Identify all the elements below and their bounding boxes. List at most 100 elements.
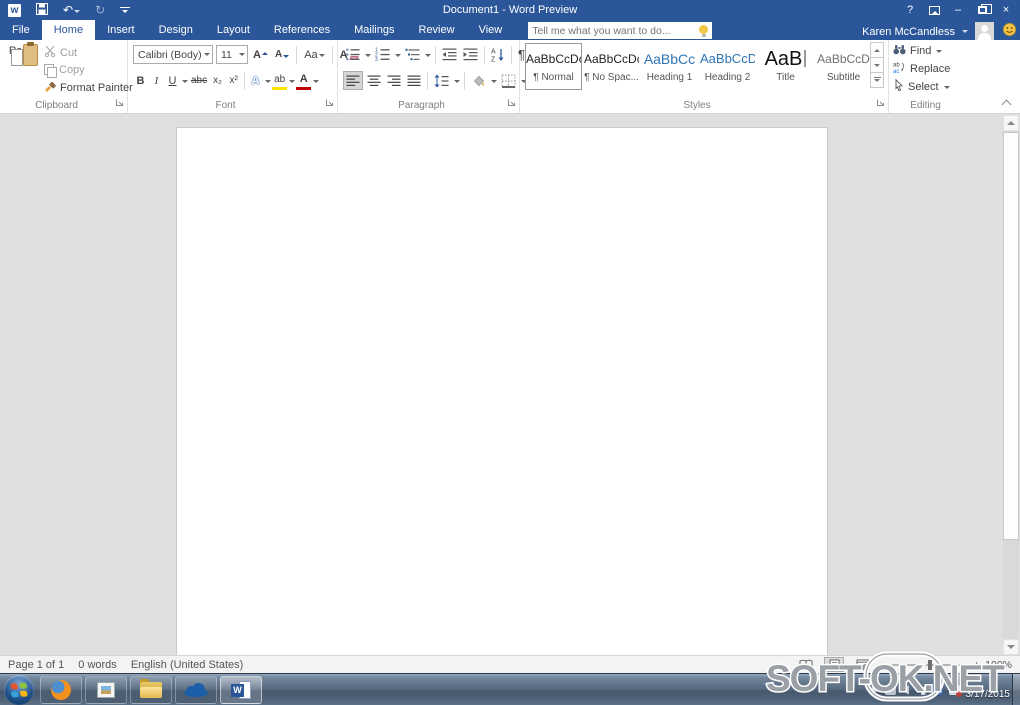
zoom-slider-track[interactable] [892, 664, 968, 666]
show-desktop-button[interactable] [1012, 674, 1020, 705]
taskbar-onedrive-button[interactable] [175, 676, 217, 704]
replace-button[interactable]: abac Replace [893, 61, 950, 76]
font-color-caret[interactable] [313, 80, 319, 86]
tab-review[interactable]: Review [407, 20, 467, 40]
line-spacing-caret[interactable] [454, 80, 460, 86]
tab-view[interactable]: View [467, 20, 515, 40]
scroll-up-button[interactable] [1003, 115, 1019, 131]
line-spacing-button[interactable] [432, 71, 451, 90]
text-effects-caret[interactable] [265, 80, 271, 86]
font-size-combo[interactable]: 11 [216, 45, 248, 64]
clipboard-dialog-launcher[interactable] [115, 98, 124, 110]
highlight-caret[interactable] [289, 80, 295, 86]
style-subtitle[interactable]: AaBbCcD Subtitle [815, 43, 872, 90]
feedback-smiley-icon[interactable] [1003, 23, 1016, 41]
start-button[interactable] [4, 675, 34, 705]
underline-caret[interactable] [182, 80, 188, 86]
superscript-button[interactable]: x² [226, 71, 241, 90]
word-count[interactable]: 0 words [78, 659, 117, 671]
tab-home[interactable]: Home [42, 20, 95, 40]
style-title[interactable]: AaB Title [757, 43, 814, 90]
tray-device-icon[interactable] [885, 685, 896, 695]
zoom-percentage[interactable]: 100% [985, 659, 1012, 671]
select-button[interactable]: Select [893, 79, 950, 94]
subscript-button[interactable]: x₂ [210, 71, 225, 90]
signed-in-user[interactable]: Karen McCandless [862, 26, 955, 38]
shading-button[interactable] [469, 71, 488, 90]
action-center-flag-icon[interactable] [949, 685, 960, 695]
tell-me-input[interactable] [532, 25, 699, 37]
tell-me-box[interactable] [528, 22, 712, 39]
text-highlight-button[interactable]: ab [272, 71, 287, 90]
redo-button[interactable]: ↻ [95, 4, 105, 16]
taskbar-explorer-button[interactable] [130, 676, 172, 704]
web-layout-button[interactable] [852, 657, 872, 672]
align-left-button[interactable] [343, 71, 363, 90]
tab-mailings[interactable]: Mailings [342, 20, 406, 40]
scrollbar-thumb[interactable] [1003, 132, 1019, 540]
taskbar-word-button[interactable]: W [220, 676, 262, 704]
read-mode-button[interactable] [796, 657, 816, 672]
volume-icon[interactable] [902, 685, 909, 695]
styles-scroll-down-button[interactable] [870, 57, 884, 73]
multilevel-caret[interactable] [425, 54, 431, 60]
document-page[interactable] [176, 127, 828, 655]
print-layout-button[interactable] [824, 657, 844, 672]
styles-scroll-up-button[interactable] [870, 42, 884, 58]
account-dropdown-caret[interactable] [962, 30, 968, 36]
strikethrough-button[interactable]: abc [189, 71, 209, 90]
help-button[interactable]: ? [898, 0, 922, 20]
network-icon[interactable] [915, 685, 926, 695]
scroll-down-button[interactable] [1003, 639, 1019, 655]
borders-button[interactable] [499, 71, 518, 90]
style-heading-1[interactable]: AaBbCc Heading 1 [641, 43, 698, 90]
font-color-button[interactable]: A [296, 71, 311, 90]
italic-button[interactable]: I [149, 71, 164, 90]
tab-references[interactable]: References [262, 20, 342, 40]
style-heading-2[interactable]: AaBbCcD Heading 2 [699, 43, 756, 90]
style-normal[interactable]: AaBbCcDc ¶ Normal [525, 43, 582, 90]
taskbar-firefox-button[interactable] [40, 676, 82, 704]
page-indicator[interactable]: Page 1 of 1 [8, 659, 64, 671]
align-right-button[interactable] [385, 71, 403, 90]
collapse-ribbon-button[interactable] [1003, 99, 1011, 107]
numbering-caret[interactable] [395, 54, 401, 60]
cut-button[interactable]: Cut [44, 45, 133, 60]
styles-more-button[interactable] [870, 72, 884, 88]
align-center-button[interactable] [365, 71, 383, 90]
text-effects-button[interactable]: A [248, 71, 263, 90]
font-name-combo[interactable]: Calibri (Body) [133, 45, 213, 64]
format-painter-button[interactable]: Format Painter [44, 80, 133, 95]
tab-design[interactable]: Design [147, 20, 205, 40]
restore-button[interactable] [970, 0, 994, 20]
multilevel-list-button[interactable] [403, 45, 422, 64]
customize-qat-button[interactable] [120, 7, 130, 13]
zoom-slider-thumb[interactable] [928, 660, 932, 670]
show-hidden-icons-button[interactable] [868, 686, 879, 694]
zoom-out-button[interactable]: − [880, 658, 887, 672]
language-indicator[interactable]: English (United States) [131, 659, 244, 671]
grow-font-button[interactable]: A [251, 45, 270, 64]
change-case-button[interactable]: Aa [302, 45, 326, 64]
styles-dialog-launcher[interactable] [876, 98, 885, 110]
undo-dropdown-caret[interactable] [74, 10, 80, 16]
minimize-button[interactable]: – [946, 0, 970, 20]
find-button[interactable]: Find [893, 44, 950, 58]
vertical-scrollbar[interactable] [1003, 115, 1019, 655]
font-dialog-launcher[interactable] [325, 98, 334, 110]
paste-button[interactable]: Paste [6, 43, 40, 69]
zoom-in-button[interactable]: + [973, 658, 980, 672]
justify-button[interactable] [405, 71, 423, 90]
ribbon-display-options-button[interactable] [922, 0, 946, 20]
shading-caret[interactable] [491, 80, 497, 86]
bullets-button[interactable] [343, 45, 362, 64]
avatar[interactable] [975, 22, 994, 41]
bold-button[interactable]: B [133, 71, 148, 90]
tab-layout[interactable]: Layout [205, 20, 262, 40]
taskbar-image-viewer-button[interactable] [85, 676, 127, 704]
undo-button[interactable]: ↶ [63, 4, 80, 16]
sort-button[interactable]: AZ [489, 45, 507, 64]
copy-button[interactable]: Copy [44, 64, 133, 76]
numbering-button[interactable]: 123 [373, 45, 392, 64]
tab-file[interactable]: File [0, 20, 42, 40]
